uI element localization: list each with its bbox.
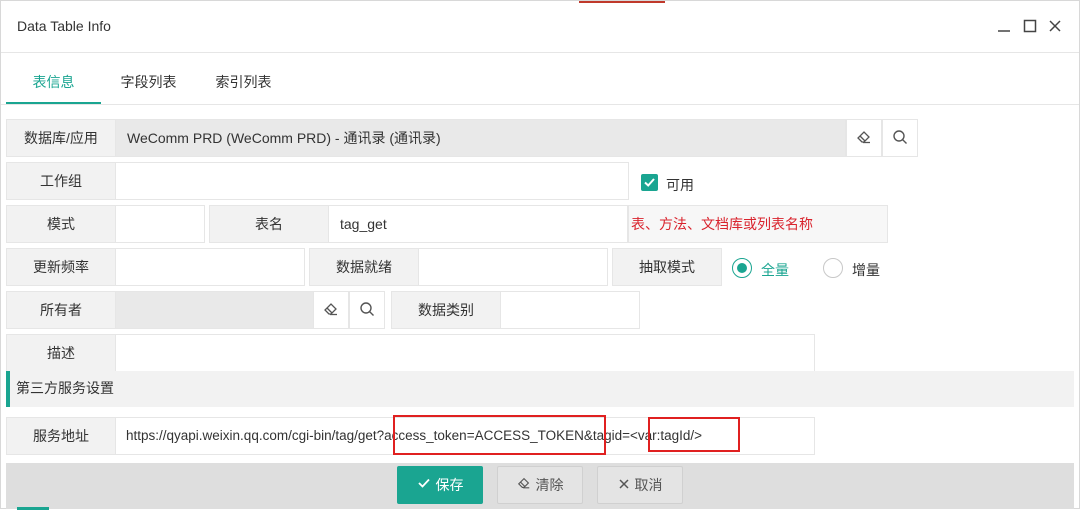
- tagid-highlight: [648, 417, 740, 452]
- window-title: Data Table Info: [17, 18, 111, 34]
- description-field[interactable]: [115, 334, 815, 372]
- tab-index-list[interactable]: 索引列表: [196, 53, 291, 104]
- extract-incremental-radio[interactable]: [823, 258, 843, 278]
- access-token-highlight: [393, 415, 606, 455]
- extract-mode-label: 抽取模式: [612, 248, 722, 286]
- third-party-section-header: 第三方服务设置: [6, 371, 1074, 407]
- tab-field-list[interactable]: 字段列表: [101, 53, 196, 104]
- owner-field[interactable]: [115, 291, 314, 329]
- save-button-label: 保存: [435, 477, 464, 493]
- owner-search-button[interactable]: [349, 291, 385, 329]
- title-bar: Data Table Info: [1, 1, 1079, 53]
- minimize-icon[interactable]: [995, 17, 1013, 35]
- database-clear-button[interactable]: [846, 119, 882, 157]
- extract-full-radio[interactable]: [732, 258, 752, 278]
- database-label: 数据库/应用: [6, 119, 116, 157]
- save-button[interactable]: 保存: [397, 466, 483, 504]
- service-url-label: 服务地址: [6, 417, 116, 455]
- data-category-field[interactable]: [500, 291, 640, 329]
- data-ready-label: 数据就绪: [309, 248, 419, 286]
- extract-full-label: 全量: [761, 262, 789, 278]
- eraser-icon: [517, 466, 531, 504]
- mode-field[interactable]: [115, 205, 205, 243]
- eraser-icon: [856, 129, 872, 148]
- clear-button[interactable]: 清除: [497, 466, 583, 504]
- cancel-button[interactable]: 取消: [597, 466, 683, 504]
- search-icon: [892, 129, 908, 148]
- check-icon: [417, 466, 431, 504]
- data-ready-field[interactable]: [418, 248, 608, 286]
- table-name-label: 表名: [209, 205, 329, 243]
- update-frequency-field[interactable]: [115, 248, 305, 286]
- eraser-icon: [323, 301, 339, 320]
- data-table-info-dialog: Data Table Info 表信息 字段列表 索引列表 数据库/应用 WeC…: [0, 0, 1080, 510]
- available-label: 可用: [666, 177, 694, 193]
- update-frequency-label: 更新频率: [6, 248, 116, 286]
- close-icon: [618, 466, 630, 504]
- close-icon[interactable]: [1046, 17, 1064, 35]
- owner-label: 所有者: [6, 291, 116, 329]
- clear-button-label: 清除: [535, 477, 564, 493]
- tab-table-info[interactable]: 表信息: [6, 53, 101, 104]
- maximize-icon[interactable]: [1021, 17, 1039, 35]
- tab-bar: 表信息 字段列表 索引列表: [1, 53, 1079, 105]
- available-checkbox[interactable]: [641, 174, 658, 191]
- extract-incremental-label: 增量: [852, 262, 880, 278]
- table-name-hint: 表、方法、文档库或列表名称: [628, 205, 888, 243]
- owner-clear-button[interactable]: [313, 291, 349, 329]
- search-icon: [359, 301, 375, 320]
- cancel-button-label: 取消: [634, 477, 663, 493]
- workgroup-field[interactable]: [115, 162, 629, 200]
- checkmark-icon: [644, 178, 655, 187]
- database-search-button[interactable]: [882, 119, 918, 157]
- database-field[interactable]: WeComm PRD (WeComm PRD) - 通讯录 (通讯录): [115, 119, 846, 157]
- mode-label: 模式: [6, 205, 116, 243]
- workgroup-label: 工作组: [6, 162, 116, 200]
- description-label: 描述: [6, 334, 116, 372]
- data-category-label: 数据类别: [391, 291, 501, 329]
- table-name-field[interactable]: tag_get: [328, 205, 628, 243]
